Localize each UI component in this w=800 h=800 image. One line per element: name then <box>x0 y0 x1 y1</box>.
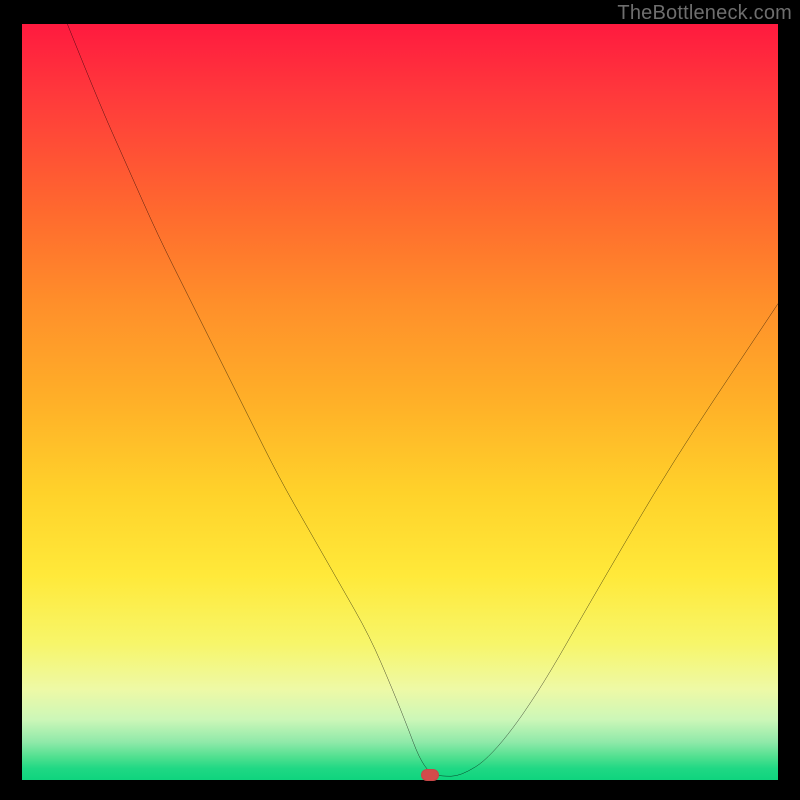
chart-frame: TheBottleneck.com <box>0 0 800 800</box>
bottleneck-curve-path <box>67 24 778 776</box>
plot-area <box>22 24 778 780</box>
watermark-text: TheBottleneck.com <box>617 2 792 25</box>
curve-svg <box>22 24 778 780</box>
optimum-marker <box>421 769 439 781</box>
